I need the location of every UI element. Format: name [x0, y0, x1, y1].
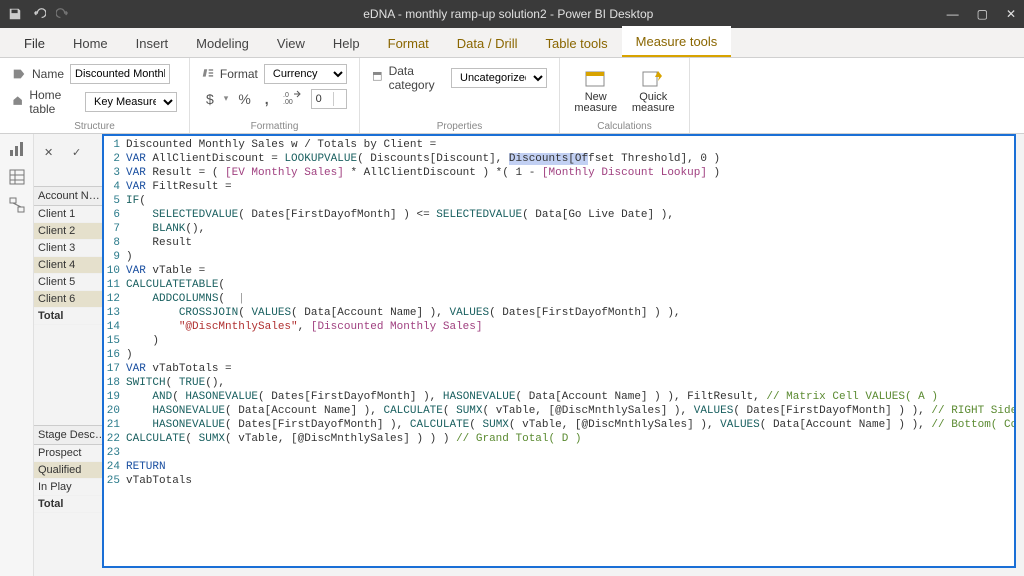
- group-properties-label: Properties: [360, 121, 559, 132]
- window-title: eDNA - monthly ramp-up solution2 - Power…: [70, 7, 947, 21]
- home-table-icon: [12, 95, 23, 109]
- name-tag-icon: [12, 67, 26, 81]
- workspace: ✕ ✓ Account N… Client 1 Client 2 Client …: [0, 134, 1024, 576]
- new-measure-button[interactable]: New measure: [572, 68, 620, 114]
- tab-insert[interactable]: Insert: [122, 30, 183, 57]
- account-header[interactable]: Account N…: [34, 186, 102, 206]
- format-select[interactable]: Currency: [264, 64, 347, 84]
- group-formatting: Format Currency $ ▾ % , .0.00 0 Formatti…: [190, 58, 360, 133]
- close-icon[interactable]: ✕: [1006, 7, 1016, 21]
- quick-measure-icon: [640, 68, 666, 90]
- new-measure-icon: [583, 68, 609, 90]
- quick-measure-label: Quick measure: [630, 92, 678, 114]
- data-category-label: Data category: [389, 64, 445, 92]
- list-item[interactable]: Client 6: [34, 291, 102, 308]
- list-item[interactable]: Qualified: [34, 462, 102, 479]
- model-view-icon[interactable]: [8, 196, 26, 214]
- save-icon[interactable]: [8, 7, 22, 21]
- dax-editor[interactable]: 1Discounted Monthly Sales w / Totals by …: [102, 134, 1016, 568]
- report-view-icon[interactable]: [8, 140, 26, 158]
- group-properties: Data category Uncategorized Properties: [360, 58, 560, 133]
- decimal-button[interactable]: .0.00: [279, 88, 305, 109]
- percent-button[interactable]: %: [234, 89, 254, 109]
- code-line: Discounted Monthly Sales w / Totals by C…: [126, 138, 436, 152]
- list-item[interactable]: Client 4: [34, 257, 102, 274]
- quick-access-toolbar: [8, 7, 70, 21]
- commit-formula-icon[interactable]: ✓: [72, 146, 88, 162]
- formula-bar-controls: ✕ ✓: [34, 142, 102, 166]
- ribbon-body: Name Home table Key Measures Structure F…: [0, 58, 1024, 134]
- undo-icon[interactable]: [32, 7, 46, 21]
- tab-modeling[interactable]: Modeling: [182, 30, 263, 57]
- group-calculations: New measure Quick measure Calculations: [560, 58, 690, 133]
- group-formatting-label: Formatting: [190, 121, 359, 132]
- ribbon-tabs: File Home Insert Modeling View Help Form…: [0, 28, 1024, 58]
- redo-icon[interactable]: [56, 7, 70, 21]
- thousands-button[interactable]: ,: [261, 89, 273, 109]
- maximize-icon[interactable]: ▢: [977, 7, 988, 21]
- svg-text:.0: .0: [283, 92, 289, 99]
- group-structure: Name Home table Key Measures Structure: [0, 58, 190, 133]
- formula-editor-area: 1Discounted Monthly Sales w / Totals by …: [102, 134, 1024, 576]
- group-structure-label: Structure: [0, 121, 189, 132]
- list-item[interactable]: Client 3: [34, 240, 102, 257]
- list-item[interactable]: Prospect: [34, 445, 102, 462]
- tab-view[interactable]: View: [263, 30, 319, 57]
- view-rail: [0, 134, 34, 576]
- tab-home[interactable]: Home: [59, 30, 122, 57]
- name-label: Name: [32, 67, 64, 81]
- currency-button[interactable]: $: [202, 89, 218, 109]
- tab-file[interactable]: File: [10, 30, 59, 57]
- cancel-formula-icon[interactable]: ✕: [44, 146, 60, 162]
- new-measure-label: New measure: [572, 92, 620, 114]
- data-view-icon[interactable]: [8, 168, 26, 186]
- name-input[interactable]: [70, 64, 170, 84]
- decimals-value: 0: [316, 93, 322, 105]
- home-table-select[interactable]: Key Measures: [85, 92, 177, 112]
- list-item[interactable]: Client 1: [34, 206, 102, 223]
- window-controls: — ▢ ✕: [947, 7, 1016, 21]
- tab-format[interactable]: Format: [374, 30, 443, 57]
- total-row[interactable]: Total: [34, 308, 102, 325]
- svg-text:.00: .00: [283, 99, 293, 104]
- matrix-row-headers: ✕ ✓ Account N… Client 1 Client 2 Client …: [34, 134, 102, 576]
- home-table-label: Home table: [29, 88, 79, 116]
- list-item[interactable]: In Play: [34, 479, 102, 496]
- list-item[interactable]: Client 5: [34, 274, 102, 291]
- data-category-icon: [372, 71, 383, 85]
- data-category-select[interactable]: Uncategorized: [451, 68, 547, 88]
- title-bar: eDNA - monthly ramp-up solution2 - Power…: [0, 0, 1024, 28]
- quick-measure-button[interactable]: Quick measure: [630, 68, 678, 114]
- minimize-icon[interactable]: —: [947, 7, 959, 21]
- format-label: Format: [220, 67, 258, 81]
- group-calculations-label: Calculations: [560, 121, 689, 132]
- tab-data-drill[interactable]: Data / Drill: [443, 30, 532, 57]
- format-icon: [202, 67, 214, 81]
- decimals-spinner[interactable]: 0: [311, 89, 347, 109]
- stage-header[interactable]: Stage Desc…: [34, 425, 102, 445]
- tab-measure-tools[interactable]: Measure tools: [622, 26, 732, 57]
- total-row[interactable]: Total: [34, 496, 102, 513]
- tab-help[interactable]: Help: [319, 30, 374, 57]
- list-item[interactable]: Client 2: [34, 223, 102, 240]
- tab-table-tools[interactable]: Table tools: [531, 30, 621, 57]
